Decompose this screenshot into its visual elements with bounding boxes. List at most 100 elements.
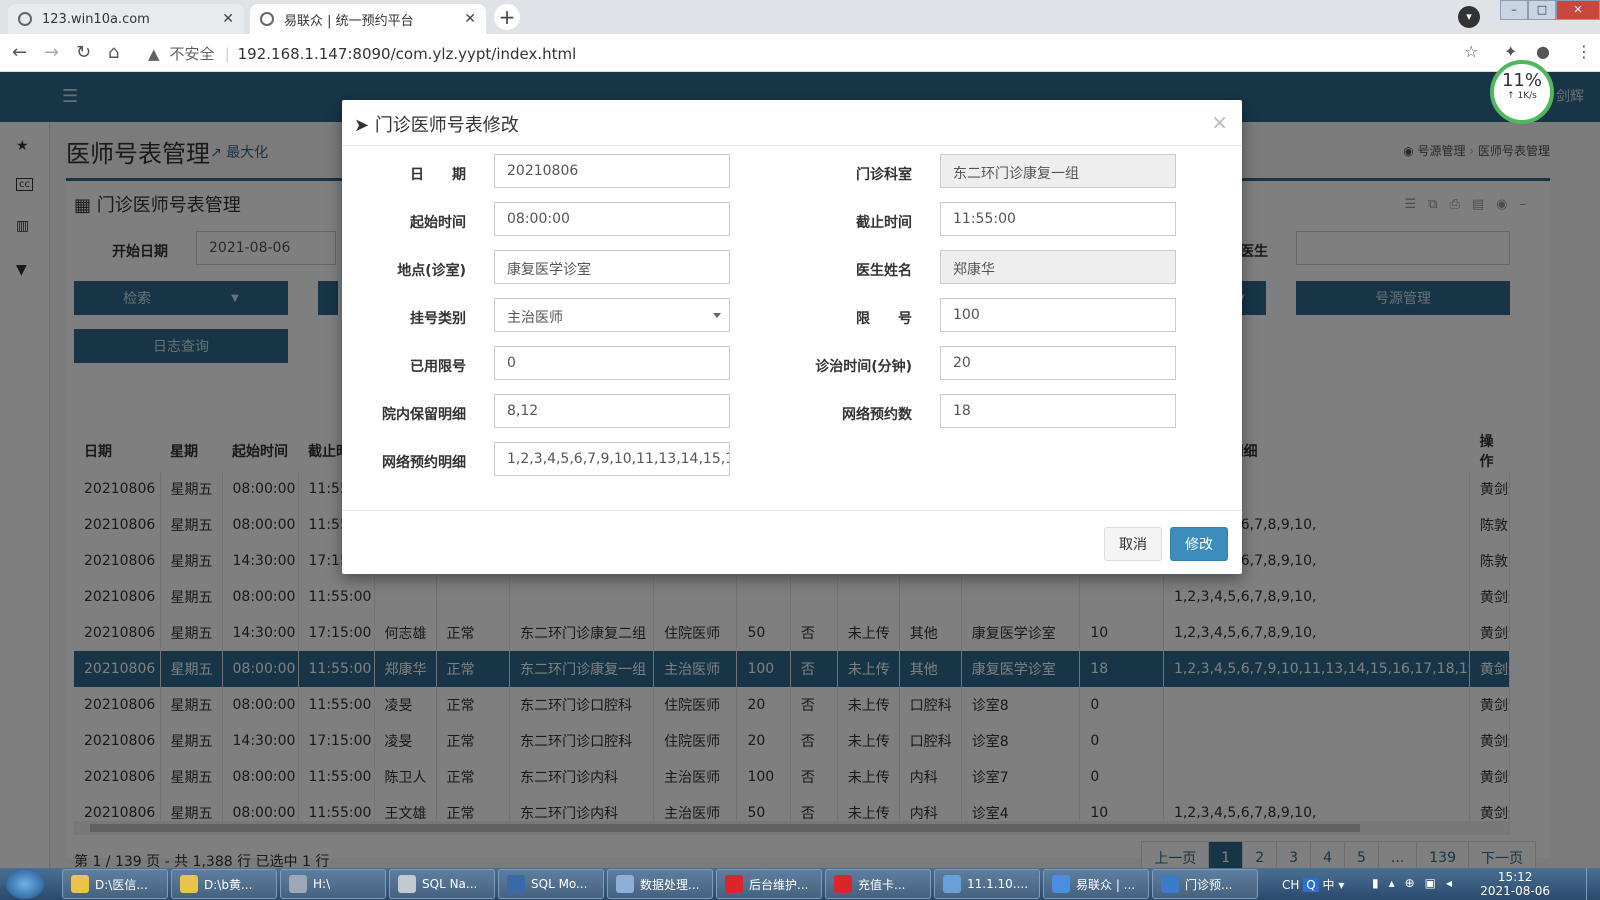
save-button[interactable]: 修改	[1170, 527, 1228, 561]
cancel-button[interactable]: 取消	[1104, 527, 1162, 561]
show-desktop-button[interactable]	[1586, 868, 1600, 900]
doctor-name-input: 郑康华	[940, 250, 1176, 284]
app-icon	[180, 875, 198, 893]
location-input[interactable]: 康复医学诊室	[494, 250, 730, 284]
reg-type-label: 挂号类别	[410, 311, 466, 327]
close-tab-icon[interactable]: ✕	[222, 11, 234, 27]
address-bar: ← → ↻ ⌂ ▲ 不安全 | 192.168.1.147:8090/com.ylz.…	[0, 34, 1600, 72]
treat-minutes-label: 诊治时间(分钟)	[815, 359, 912, 375]
taskbar-item[interactable]: 数据处理...	[607, 869, 713, 899]
taskbar-item[interactable]: 门诊预...	[1152, 869, 1258, 899]
back-icon[interactable]: ←	[12, 42, 27, 63]
taskbar-item-label: 数据处理...	[640, 877, 700, 892]
minimize-icon[interactable]: –	[1500, 0, 1528, 20]
taskbar-item-label: 易联众 | ...	[1076, 877, 1136, 892]
taskbar-item-label: D:\医信...	[95, 877, 148, 892]
taskbar-item[interactable]: 后台维护...	[716, 869, 822, 899]
extensions-icon[interactable]: ✦	[1504, 42, 1517, 61]
taskbar-item-label: 充值卡...	[858, 877, 906, 892]
tab-title: 123.win10a.com	[42, 11, 150, 27]
new-tab-button[interactable]: +	[494, 4, 520, 30]
warning-icon: ▲	[148, 45, 160, 63]
dialog-footer: 取消 修改	[342, 510, 1242, 574]
security-label: 不安全	[169, 45, 215, 63]
browser-tab-2[interactable]: 易联众 | 统一预约平台 ✕	[250, 4, 486, 34]
close-window-icon[interactable]: ✕	[1556, 0, 1600, 20]
app-icon	[725, 875, 743, 893]
globe-icon	[18, 12, 32, 26]
close-icon[interactable]: ×	[1211, 110, 1228, 134]
chevron-down-icon	[713, 313, 721, 318]
location-label: 地点(诊室)	[397, 263, 466, 279]
used-limit-label: 已用限号	[410, 359, 466, 375]
start-button-icon[interactable]	[6, 869, 44, 899]
browser-tabbar: 123.win10a.com ✕ 易联众 | 统一预约平台 ✕ + ▾ – □ …	[0, 0, 1600, 34]
paper-plane-icon: ➤	[354, 115, 375, 136]
speed-rate: ↑ 1K/s	[1507, 91, 1537, 101]
taskbar-item[interactable]: SQL Mo...	[498, 869, 604, 899]
app-icon	[834, 875, 852, 893]
taskbar-item[interactable]: 充值卡...	[825, 869, 931, 899]
app-icon	[1161, 875, 1179, 893]
taskbar-item[interactable]: D:\医信...	[62, 869, 168, 899]
taskbar-item[interactable]: 11.1.10....	[934, 869, 1040, 899]
net-count-label: 网络预约数	[842, 407, 912, 423]
used-limit-input[interactable]: 0	[494, 346, 730, 380]
close-tab-icon[interactable]: ✕	[464, 11, 476, 27]
forward-icon[interactable]: →	[44, 42, 59, 63]
taskbar-item[interactable]: SQL Na...	[389, 869, 495, 899]
taskbar-item-label: 门诊预...	[1185, 877, 1233, 892]
home-icon[interactable]: ⌂	[108, 42, 119, 63]
date-label: 日 期	[410, 167, 466, 183]
tab-title: 易联众 | 统一预约平台	[284, 13, 414, 29]
net-count-input[interactable]: 18	[940, 394, 1176, 428]
net-detail-input[interactable]: 1,2,3,4,5,6,7,9,10,11,13,14,15,16,	[494, 442, 730, 476]
edit-schedule-dialog: ➤ 门诊医师号表修改 × 日 期 20210806 起始时间 08:00:00 …	[342, 100, 1242, 574]
end-time-input[interactable]: 11:55:00	[940, 202, 1176, 236]
profile-menu-icon[interactable]: ▾	[1458, 6, 1480, 28]
start-time-input[interactable]: 08:00:00	[494, 202, 730, 236]
limit-label: 限 号	[856, 311, 912, 327]
app-icon	[943, 875, 961, 893]
app-icon	[616, 875, 634, 893]
browser-tab-1[interactable]: 123.win10a.com ✕	[8, 4, 244, 34]
taskbar: D:\医信... D:\b黄... H:\ SQL Na... SQL Mo... 数据处…	[0, 868, 1600, 900]
taskbar-item-label: SQL Mo...	[531, 877, 588, 891]
taskbar-item[interactable]: H:\	[280, 869, 386, 899]
dialog-title: ➤ 门诊医师号表修改	[354, 115, 519, 136]
clock-time: 15:12	[1497, 870, 1533, 884]
bookmark-star-icon[interactable]: ☆	[1464, 42, 1478, 61]
taskbar-item[interactable]: 易联众 | ...	[1043, 869, 1149, 899]
menu-icon[interactable]: ⋮	[1576, 42, 1592, 61]
date-input[interactable]: 20210806	[494, 154, 730, 188]
app-icon	[398, 875, 416, 893]
dept-input: 东二环门诊康复一组	[940, 154, 1176, 188]
limit-input[interactable]: 100	[940, 298, 1176, 332]
taskbar-item-label: D:\b黄...	[204, 877, 253, 892]
app-icon	[507, 875, 525, 893]
app-icon	[289, 875, 307, 893]
tray-icons[interactable]: ▮▴⊕▣◂	[1372, 876, 1462, 890]
globe-icon	[260, 12, 274, 26]
account-icon[interactable]: ●	[1536, 42, 1550, 61]
reload-icon[interactable]: ↻	[76, 42, 91, 63]
taskbar-item[interactable]: D:\b黄...	[171, 869, 277, 899]
start-time-label: 起始时间	[410, 215, 466, 231]
network-speed-widget[interactable]: 11% ↑ 1K/s	[1490, 60, 1554, 124]
tray-language[interactable]: CH Q 中 ▾	[1282, 876, 1344, 893]
tray-clock[interactable]: 15:12 2021-08-06	[1480, 870, 1550, 898]
url-text: 192.168.1.147:8090/com.ylz.yypt/index.ht…	[237, 45, 577, 63]
net-detail-label: 网络预约明细	[382, 455, 466, 471]
clock-date: 2021-08-06	[1480, 884, 1550, 898]
treat-minutes-input[interactable]: 20	[940, 346, 1176, 380]
url-field[interactable]: ▲ 不安全 | 192.168.1.147:8090/com.ylz.yypt/ind…	[148, 43, 576, 64]
end-time-label: 截止时间	[856, 215, 912, 231]
app-icon	[71, 875, 89, 893]
taskbar-item-label: SQL Na...	[422, 877, 478, 891]
reg-type-select[interactable]: 主治医师	[494, 298, 730, 332]
dept-label: 门诊科室	[856, 167, 912, 183]
maximize-icon[interactable]: □	[1528, 0, 1556, 20]
reserved-detail-input[interactable]: 8,12	[494, 394, 730, 428]
dialog-header: ➤ 门诊医师号表修改 ×	[342, 100, 1242, 146]
taskbar-item-label: 11.1.10....	[967, 877, 1029, 891]
